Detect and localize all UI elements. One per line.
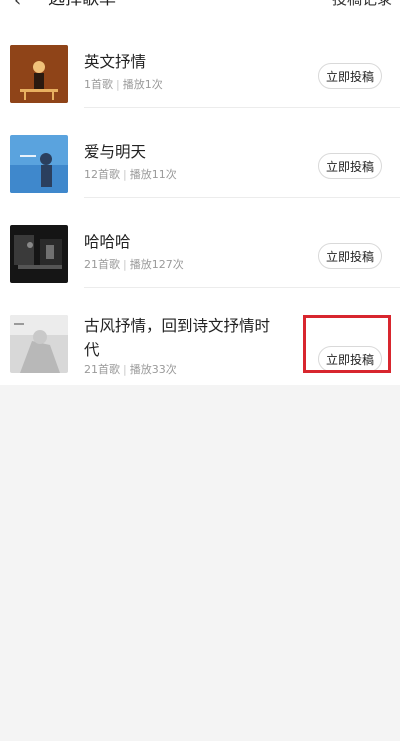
playlist-meta: 1首歌 | 播放1次 [84,78,163,92]
playlist-row[interactable]: 爱与明天 12首歌 | 播放11次 立即投稿 [0,108,400,198]
playlist-cover [10,135,68,193]
top-bar: ‹ 选择歌单 投稿记录 [0,0,400,18]
playlist-meta: 12首歌 | 播放11次 [84,168,177,182]
submit-button[interactable]: 立即投稿 [318,153,382,179]
separator: | [123,363,127,376]
playlist-meta: 21首歌 | 播放33次 [84,363,177,377]
playlist-title: 古风抒情，回到诗文抒情时代 [84,317,271,359]
play-count: 播放127次 [129,258,184,271]
playlist-cover [10,315,68,373]
submit-button[interactable]: 立即投稿 [318,243,382,269]
highlight-annotation [303,315,391,373]
playlist-cover [10,45,68,103]
song-count: 21首歌 [84,363,120,376]
play-count: 播放33次 [129,363,177,376]
song-count: 12首歌 [84,168,120,181]
separator: | [116,78,120,91]
page-title: 选择歌单 [48,0,116,10]
play-count: 播放11次 [129,168,177,181]
submit-button[interactable]: 立即投稿 [318,63,382,89]
playlist-title: 英文抒情 [84,53,147,71]
playlist-row[interactable]: 英文抒情 1首歌 | 播放1次 立即投稿 [0,18,400,108]
song-count: 21首歌 [84,258,120,271]
song-count: 1首歌 [84,78,113,91]
playlist-meta: 21首歌 | 播放127次 [84,258,184,272]
submission-history-link[interactable]: 投稿记录 [332,0,392,10]
playlist-row[interactable]: 哈哈哈 21首歌 | 播放127次 立即投稿 [0,198,400,288]
separator: | [123,168,127,181]
separator: | [123,258,127,271]
play-count: 播放1次 [122,78,163,91]
playlist-title: 爱与明天 [84,143,147,161]
chevron-left-icon[interactable]: ‹ [14,0,28,12]
playlist-title: 哈哈哈 [84,233,131,251]
playlist-cover [10,225,68,283]
